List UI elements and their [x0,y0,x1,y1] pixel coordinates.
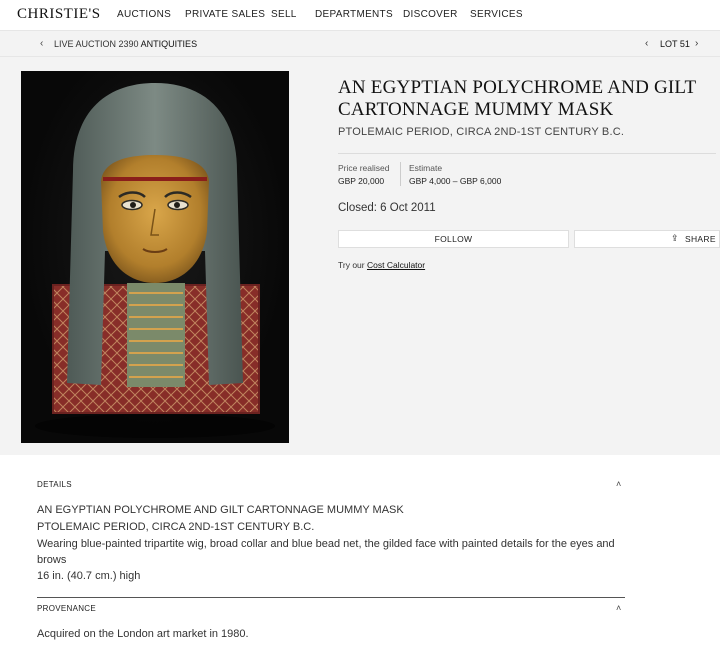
nav-departments[interactable]: DEPARTMENTS [315,9,393,20]
chevron-left-icon[interactable]: ‹ [40,38,43,49]
christies-logo[interactable]: CHRISTIE'S [17,6,101,23]
share-icon: ⇪ [671,233,679,243]
share-button[interactable]: ⇪ SHARE [574,230,720,248]
provenance-text: Acquired on the London art market in 198… [37,628,249,640]
price-realised-label: Price realised [338,163,390,173]
calc-prefix: Try our [338,260,365,270]
closed-date: Closed: 6 Oct 2011 [338,202,436,214]
lot-number: LOT 51 [660,39,690,49]
details-line-period: PTOLEMAIC PERIOD, CIRCA 2ND-1ST CENTURY … [37,521,315,533]
nav-services[interactable]: SERVICES [470,9,523,20]
divider [400,162,401,186]
details-line-description: Wearing blue-painted tripartite wig, bro… [37,538,615,550]
details-heading[interactable]: DETAILS [37,480,72,489]
lot-image-mummy-mask[interactable] [21,71,289,443]
breadcrumb-department[interactable]: ANTIQUITIES [141,39,198,49]
details-line-description-cont: brows [37,554,67,566]
nav-private-sales[interactable]: PRIVATE SALES [185,9,265,20]
cost-calculator-link[interactable]: Cost Calculator [367,260,425,270]
details-line-dimensions: 16 in. (40.7 cm.) high [37,570,141,582]
chevron-up-icon[interactable]: ˄ [616,479,621,489]
price-realised-value: GBP 20,000 [338,176,385,186]
estimate-value: GBP 4,000 – GBP 6,000 [409,176,502,186]
nav-discover[interactable]: DISCOVER [403,9,458,20]
lot-title: AN EGYPTIAN POLYCHROME AND GILT CARTONNA… [338,77,696,120]
nav-sell[interactable]: SELL [271,9,297,20]
follow-button[interactable]: FOLLOW [338,230,569,248]
mummy-mask-illustration [35,83,275,438]
breadcrumb[interactable]: LIVE AUCTION 2390 ANTIQUITIES [54,39,197,49]
previous-lot-chevron-left-icon[interactable]: ‹ [645,38,648,49]
estimate-label: Estimate [409,163,443,173]
details-line-title: AN EGYPTIAN POLYCHROME AND GILT CARTONNA… [37,504,404,516]
top-navigation: CHRISTIE'S AUCTIONS PRIVATE SALES SELL D… [0,0,720,30]
chevron-up-icon[interactable]: ˄ [616,603,621,613]
next-lot-chevron-right-icon[interactable]: › [695,38,698,49]
lot-subtitle: PTOLEMAIC PERIOD, CIRCA 2ND-1ST CENTURY … [338,126,625,138]
lot-hero: AN EGYPTIAN POLYCHROME AND GILT CARTONNA… [0,57,720,455]
nav-auctions[interactable]: AUCTIONS [117,9,171,20]
divider [37,597,625,598]
provenance-heading[interactable]: PROVENANCE [37,604,96,613]
share-label: SHARE [685,234,716,244]
breadcrumb-sale[interactable]: LIVE AUCTION 2390 [54,39,139,49]
cost-calculator-prompt: Try our Cost Calculator [338,260,425,270]
breadcrumb-bar: ‹ LIVE AUCTION 2390 ANTIQUITIES ‹ LOT 51… [0,30,720,57]
divider [338,153,716,154]
